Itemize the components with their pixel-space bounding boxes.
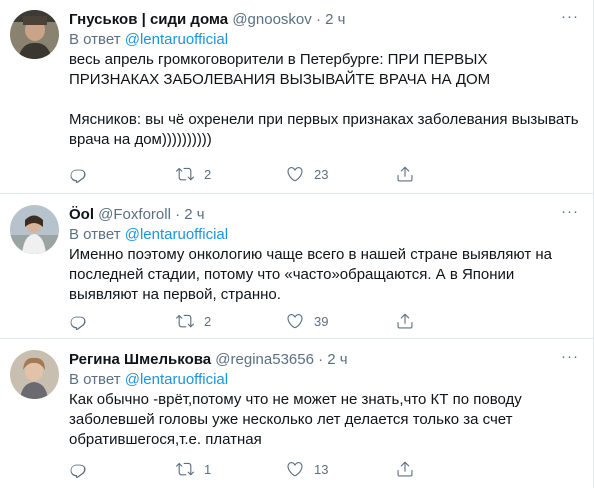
like-count: 13 [314, 461, 329, 477]
display-name[interactable]: Гнуськов | сиди дома [69, 11, 228, 28]
retweet-count: 2 [204, 166, 212, 182]
like-icon [287, 462, 303, 477]
tweet[interactable]: Öol @Foxforoll · 2 ч В ответ @lentaruoff… [0, 195, 593, 339]
tweet[interactable]: Гнуськов | сиди дома @gnooskov · 2 ч В о… [0, 0, 593, 194]
share-button[interactable] [396, 311, 414, 331]
more-icon[interactable]: ··· [561, 349, 579, 370]
user-handle[interactable]: @regina53656 [215, 351, 314, 368]
tweet[interactable]: Регина Шмелькова @regina53656 · 2 ч В от… [0, 340, 593, 488]
like-button[interactable]: 23 [286, 164, 328, 184]
user-handle[interactable]: @gnooskov [232, 11, 311, 28]
retweet-icon [176, 167, 194, 181]
tweet-actions: 2 39 [69, 311, 509, 331]
reply-context: В ответ @lentaruofficial [69, 225, 579, 245]
reply-button[interactable] [69, 459, 87, 479]
reply-mention-link[interactable]: @lentaruofficial [125, 371, 228, 388]
tweet-time[interactable]: 2 ч [327, 351, 347, 368]
reply-icon [70, 464, 86, 478]
like-button[interactable]: 39 [286, 311, 328, 331]
tweet-actions: 2 23 [69, 164, 509, 184]
retweet-count: 1 [204, 461, 212, 477]
reply-mention-link[interactable]: @lentaruofficial [125, 31, 228, 48]
avatar[interactable] [10, 205, 59, 254]
reply-icon [70, 316, 86, 330]
tweet-text: весь апрель громкоговорители в Петербург… [69, 51, 579, 148]
reply-prefix: В ответ [69, 31, 121, 48]
tweet-text: Как обычно -врёт,потому что не может не … [69, 391, 526, 448]
tweet-header: Гнуськов | сиди дома @gnooskov · 2 ч [69, 10, 579, 30]
reply-icon [70, 169, 86, 183]
retweet-icon [176, 314, 194, 328]
reply-context: В ответ @lentaruofficial [69, 370, 579, 390]
retweet-count: 2 [204, 313, 212, 329]
share-icon [397, 461, 413, 477]
reply-button[interactable] [69, 164, 87, 184]
reply-mention-link[interactable]: @lentaruofficial [125, 226, 228, 243]
tweet-actions: 1 13 [69, 459, 509, 479]
reply-button[interactable] [69, 311, 87, 331]
retweet-button[interactable]: 1 [176, 459, 211, 479]
reply-prefix: В ответ [69, 226, 121, 243]
share-button[interactable] [396, 459, 414, 479]
tweet-text: Именно поэтому онкологию чаще всего в на… [69, 246, 557, 303]
separator: · [175, 206, 181, 223]
avatar[interactable] [10, 350, 59, 399]
retweet-button[interactable]: 2 [176, 164, 211, 184]
tweet-header: Öol @Foxforoll · 2 ч [69, 205, 579, 225]
retweet-button[interactable]: 2 [176, 311, 211, 331]
like-count: 23 [314, 166, 329, 182]
tweet-header: Регина Шмелькова @regina53656 · 2 ч [69, 350, 579, 370]
like-icon [287, 314, 303, 329]
reply-context: В ответ @lentaruofficial [69, 30, 579, 50]
tweet-time[interactable]: 2 ч [184, 206, 204, 223]
like-icon [287, 167, 303, 182]
avatar[interactable] [10, 10, 59, 59]
display-name[interactable]: Öol [69, 206, 94, 223]
tweet-time[interactable]: 2 ч [325, 11, 345, 28]
like-count: 39 [314, 313, 329, 329]
more-icon[interactable]: ··· [561, 9, 579, 30]
reply-prefix: В ответ [69, 371, 121, 388]
user-handle[interactable]: @Foxforoll [98, 206, 171, 223]
separator: · [315, 11, 321, 28]
share-button[interactable] [396, 164, 414, 184]
display-name[interactable]: Регина Шмелькова [69, 351, 211, 368]
more-icon[interactable]: ··· [561, 204, 579, 225]
like-button[interactable]: 13 [286, 459, 328, 479]
retweet-icon [176, 462, 194, 476]
share-icon [397, 166, 413, 182]
separator: · [318, 351, 324, 368]
share-icon [397, 313, 413, 329]
